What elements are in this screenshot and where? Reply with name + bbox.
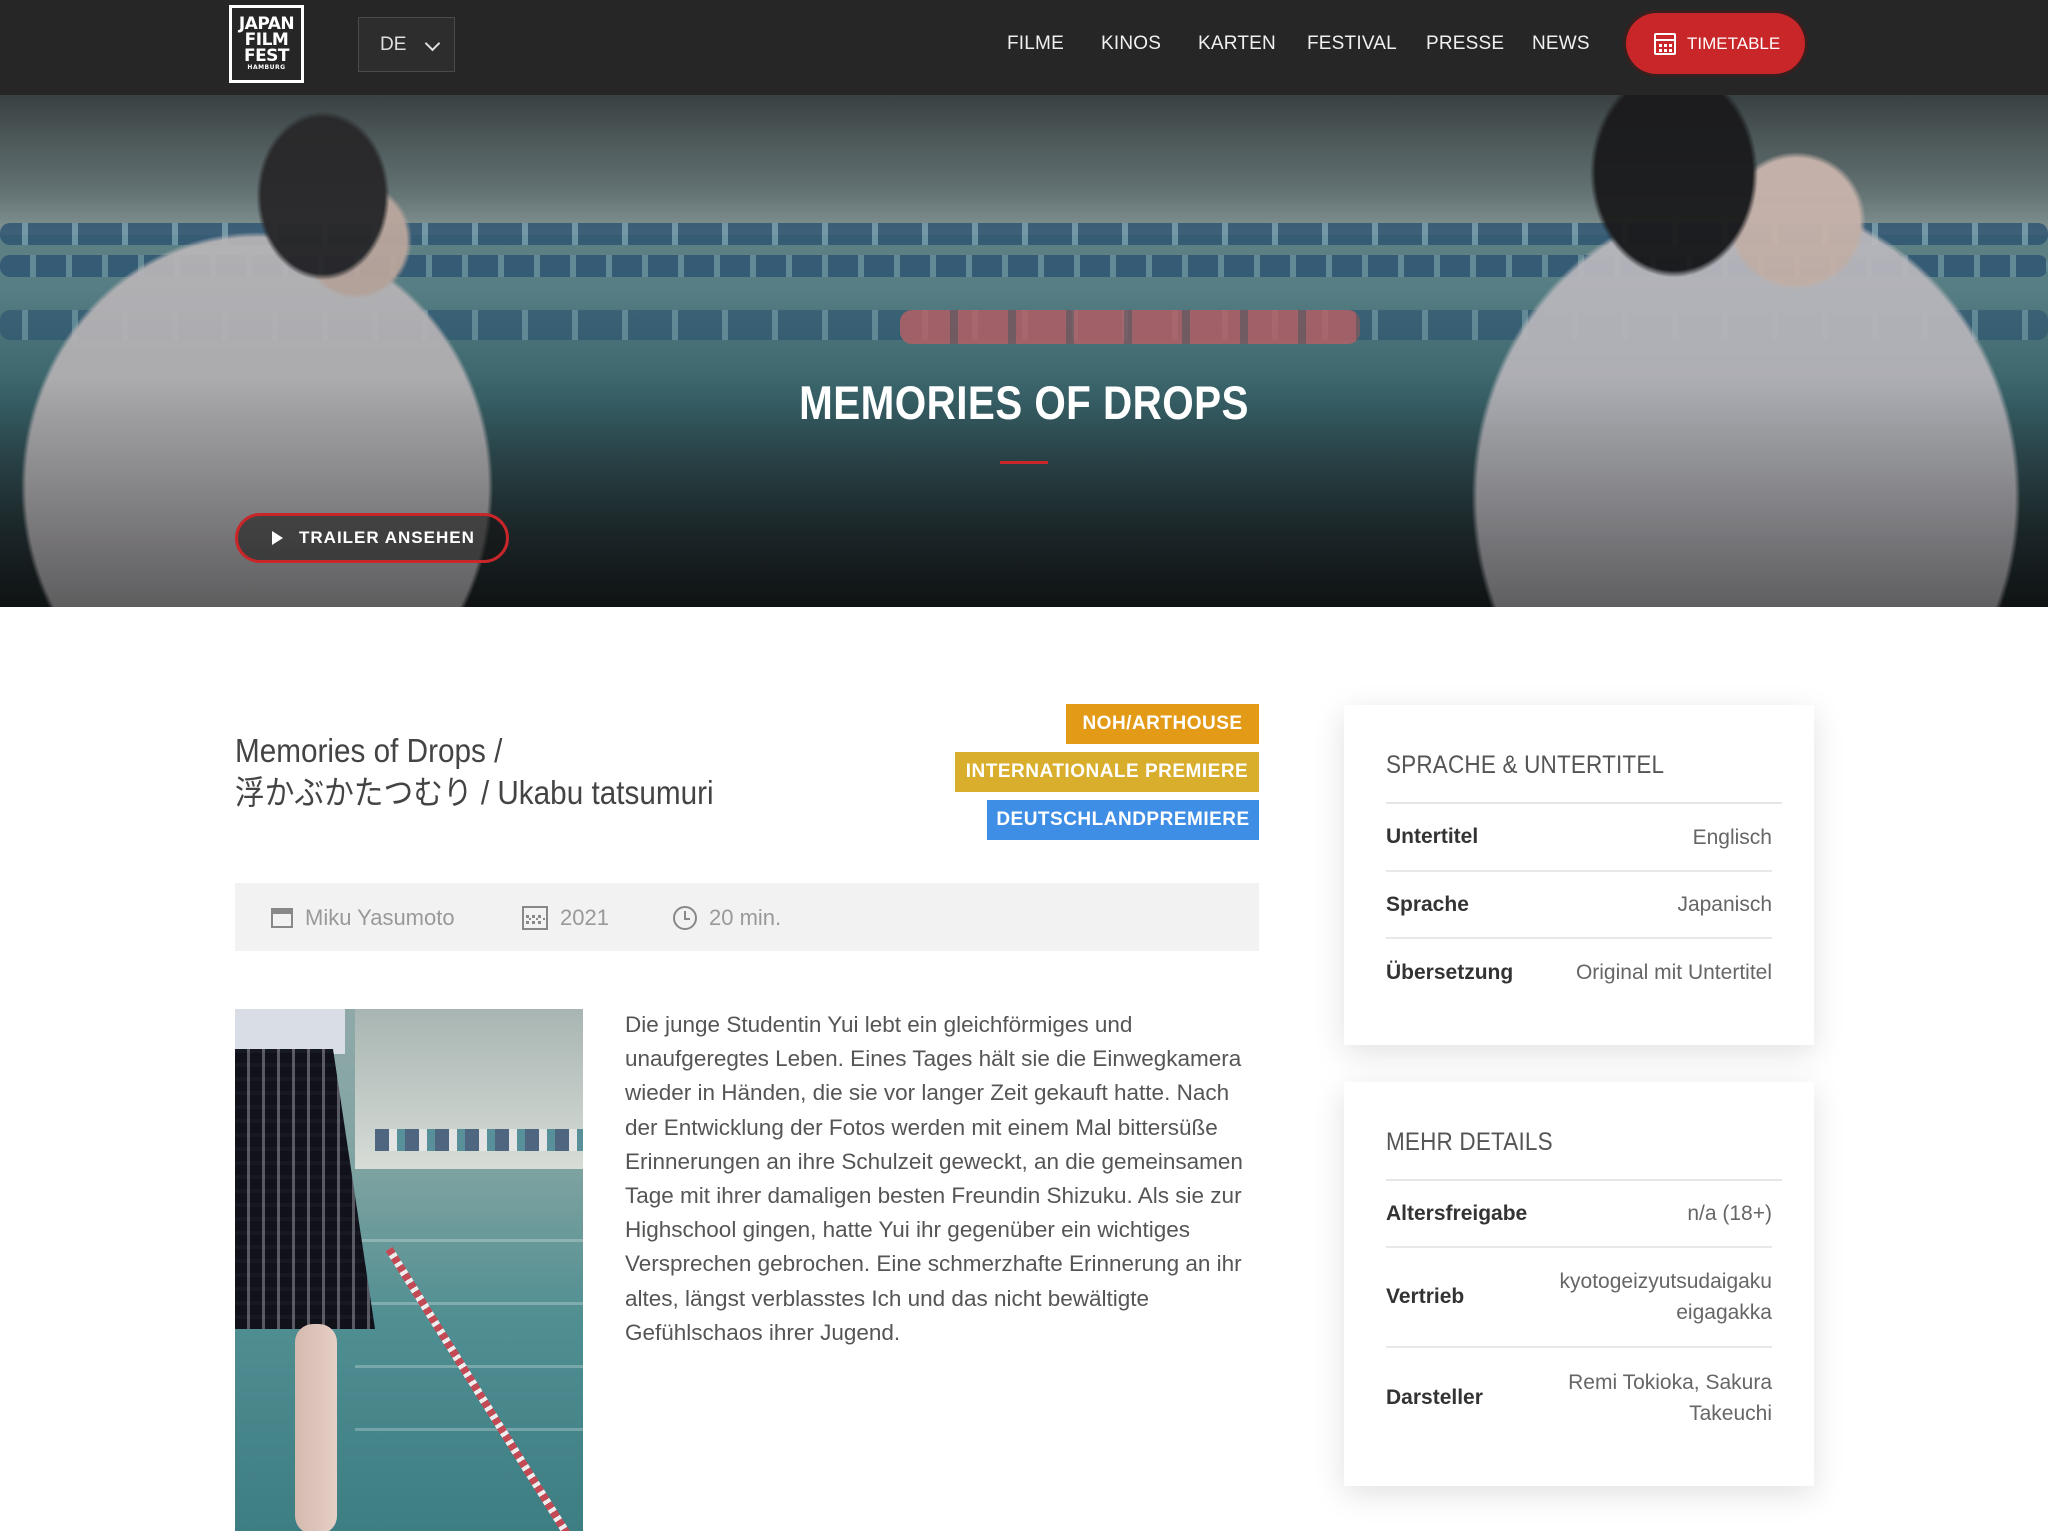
details-card: MEHR DETAILS Altersfreigabe n/a (18+) Ve…: [1344, 1082, 1814, 1486]
language-row-sprache: Sprache Japanisch: [1386, 872, 1772, 939]
language-select[interactable]: DE: [358, 17, 455, 72]
play-icon: [272, 531, 283, 545]
timetable-button[interactable]: TIMETABLE: [1626, 13, 1805, 74]
poster-pool-lines: [355, 1179, 583, 1479]
language-row-uebersetzung: Übersetzung Original mit Untertitel: [1386, 939, 1772, 1006]
row-value: Englisch: [1692, 825, 1772, 849]
logo-line-hamburg: HAMBURG: [247, 64, 286, 72]
row-value: Japanisch: [1677, 893, 1772, 916]
director-name: Miku Yasumoto: [305, 905, 455, 930]
details-row-altersfreigabe: Altersfreigabe n/a (18+): [1386, 1181, 1772, 1248]
film-description: Die junge Studentin Yui lebt ein gleichf…: [625, 1012, 1243, 1345]
hero-title: MEMORIES OF DROPS: [799, 376, 1249, 429]
row-value: Remi Tokioka, Sakura Takeuchi: [1568, 1367, 1772, 1429]
nav-item-news[interactable]: NEWS: [1532, 33, 1590, 55]
row-value-line-1: Remi Tokioka, Sakura: [1568, 1371, 1772, 1394]
film-title-line-2: 浮かぶかたつむり / Ukabu tatsumuri: [235, 774, 714, 811]
language-row-untertitel: Untertitel Englisch: [1386, 804, 1772, 872]
nav-item-karten[interactable]: KARTEN: [1198, 33, 1276, 55]
hero-title-underline: [1000, 461, 1048, 464]
row-key: Übersetzung: [1386, 960, 1514, 984]
poster-flags: [375, 1129, 583, 1151]
calendar-icon: [1654, 32, 1676, 55]
trailer-label: TRAILER ANSEHEN: [299, 528, 475, 547]
poster-shirt: [235, 1009, 345, 1054]
meta-duration: 20 min.: [673, 905, 781, 931]
meta-director: Miku Yasumoto: [271, 905, 455, 931]
nav-item-presse[interactable]: PRESSE: [1426, 33, 1504, 55]
row-key: Untertitel: [1386, 825, 1479, 848]
details-card-title: MEHR DETAILS: [1386, 1128, 1782, 1181]
row-key: Vertrieb: [1386, 1285, 1465, 1308]
language-value: DE: [380, 33, 407, 55]
top-navbar: JAPAN FILM FEST HAMBURG DE FILME KINOS K…: [0, 0, 2048, 95]
film-title: Memories of Drops / 浮かぶかたつむり / Ukabu tat…: [235, 730, 865, 814]
nav-item-kinos[interactable]: KINOS: [1101, 33, 1161, 55]
nav-item-festival[interactable]: FESTIVAL: [1307, 33, 1397, 55]
language-card-title: SPRACHE & UNTERTITEL: [1386, 751, 1782, 804]
row-value-line-1: kyotogeizyutsudaigaku: [1559, 1270, 1772, 1293]
site-logo[interactable]: JAPAN FILM FEST HAMBURG: [229, 5, 304, 83]
details-row-vertrieb: Vertrieb kyotogeizyutsudaigaku eigagakka: [1386, 1248, 1772, 1348]
release-year: 2021: [560, 905, 609, 930]
chevron-down-icon: [424, 35, 441, 52]
row-key: Sprache: [1386, 892, 1469, 916]
timetable-label: TIMETABLE: [1687, 33, 1781, 53]
clock-icon: [673, 906, 697, 930]
row-key: Altersfreigabe: [1386, 1201, 1528, 1225]
logo-line-fest: FEST: [243, 45, 290, 66]
row-key: Darsteller: [1386, 1386, 1483, 1409]
poster-skirt-pattern: [235, 1049, 375, 1329]
film-meta-bar: Miku Yasumoto 2021 20 min.: [235, 883, 1259, 951]
row-value: kyotogeizyutsudaigaku eigagakka: [1560, 1266, 1772, 1328]
badge-deutschlandpremiere[interactable]: DEUTSCHLANDPREMIERE: [987, 800, 1259, 840]
badge-internationale-premiere[interactable]: INTERNATIONALE PREMIERE: [955, 752, 1259, 792]
nav-item-filme[interactable]: FILME: [1007, 33, 1064, 55]
watch-trailer-button[interactable]: TRAILER ANSEHEN: [235, 513, 509, 563]
details-row-darsteller: Darsteller Remi Tokioka, Sakura Takeuchi: [1386, 1348, 1772, 1448]
film-title-line-1: Memories of Drops /: [235, 732, 503, 769]
meta-year: 2021: [522, 905, 609, 931]
badge-noh-arthouse[interactable]: NOH/ARTHOUSE: [1066, 704, 1259, 744]
row-value-line-2: eigagakka: [1676, 1301, 1772, 1324]
calendar-icon: [522, 906, 548, 930]
row-value-line-2: Takeuchi: [1689, 1402, 1772, 1425]
duration: 20 min.: [709, 905, 782, 930]
poster-leg: [295, 1324, 337, 1531]
row-value: Original mit Untertitel: [1575, 961, 1772, 984]
film-poster-image: [235, 1009, 583, 1531]
row-value: n/a (18+): [1687, 1202, 1772, 1225]
language-card: SPRACHE & UNTERTITEL Untertitel Englisch…: [1344, 705, 1814, 1045]
clapperboard-icon: [271, 908, 293, 928]
